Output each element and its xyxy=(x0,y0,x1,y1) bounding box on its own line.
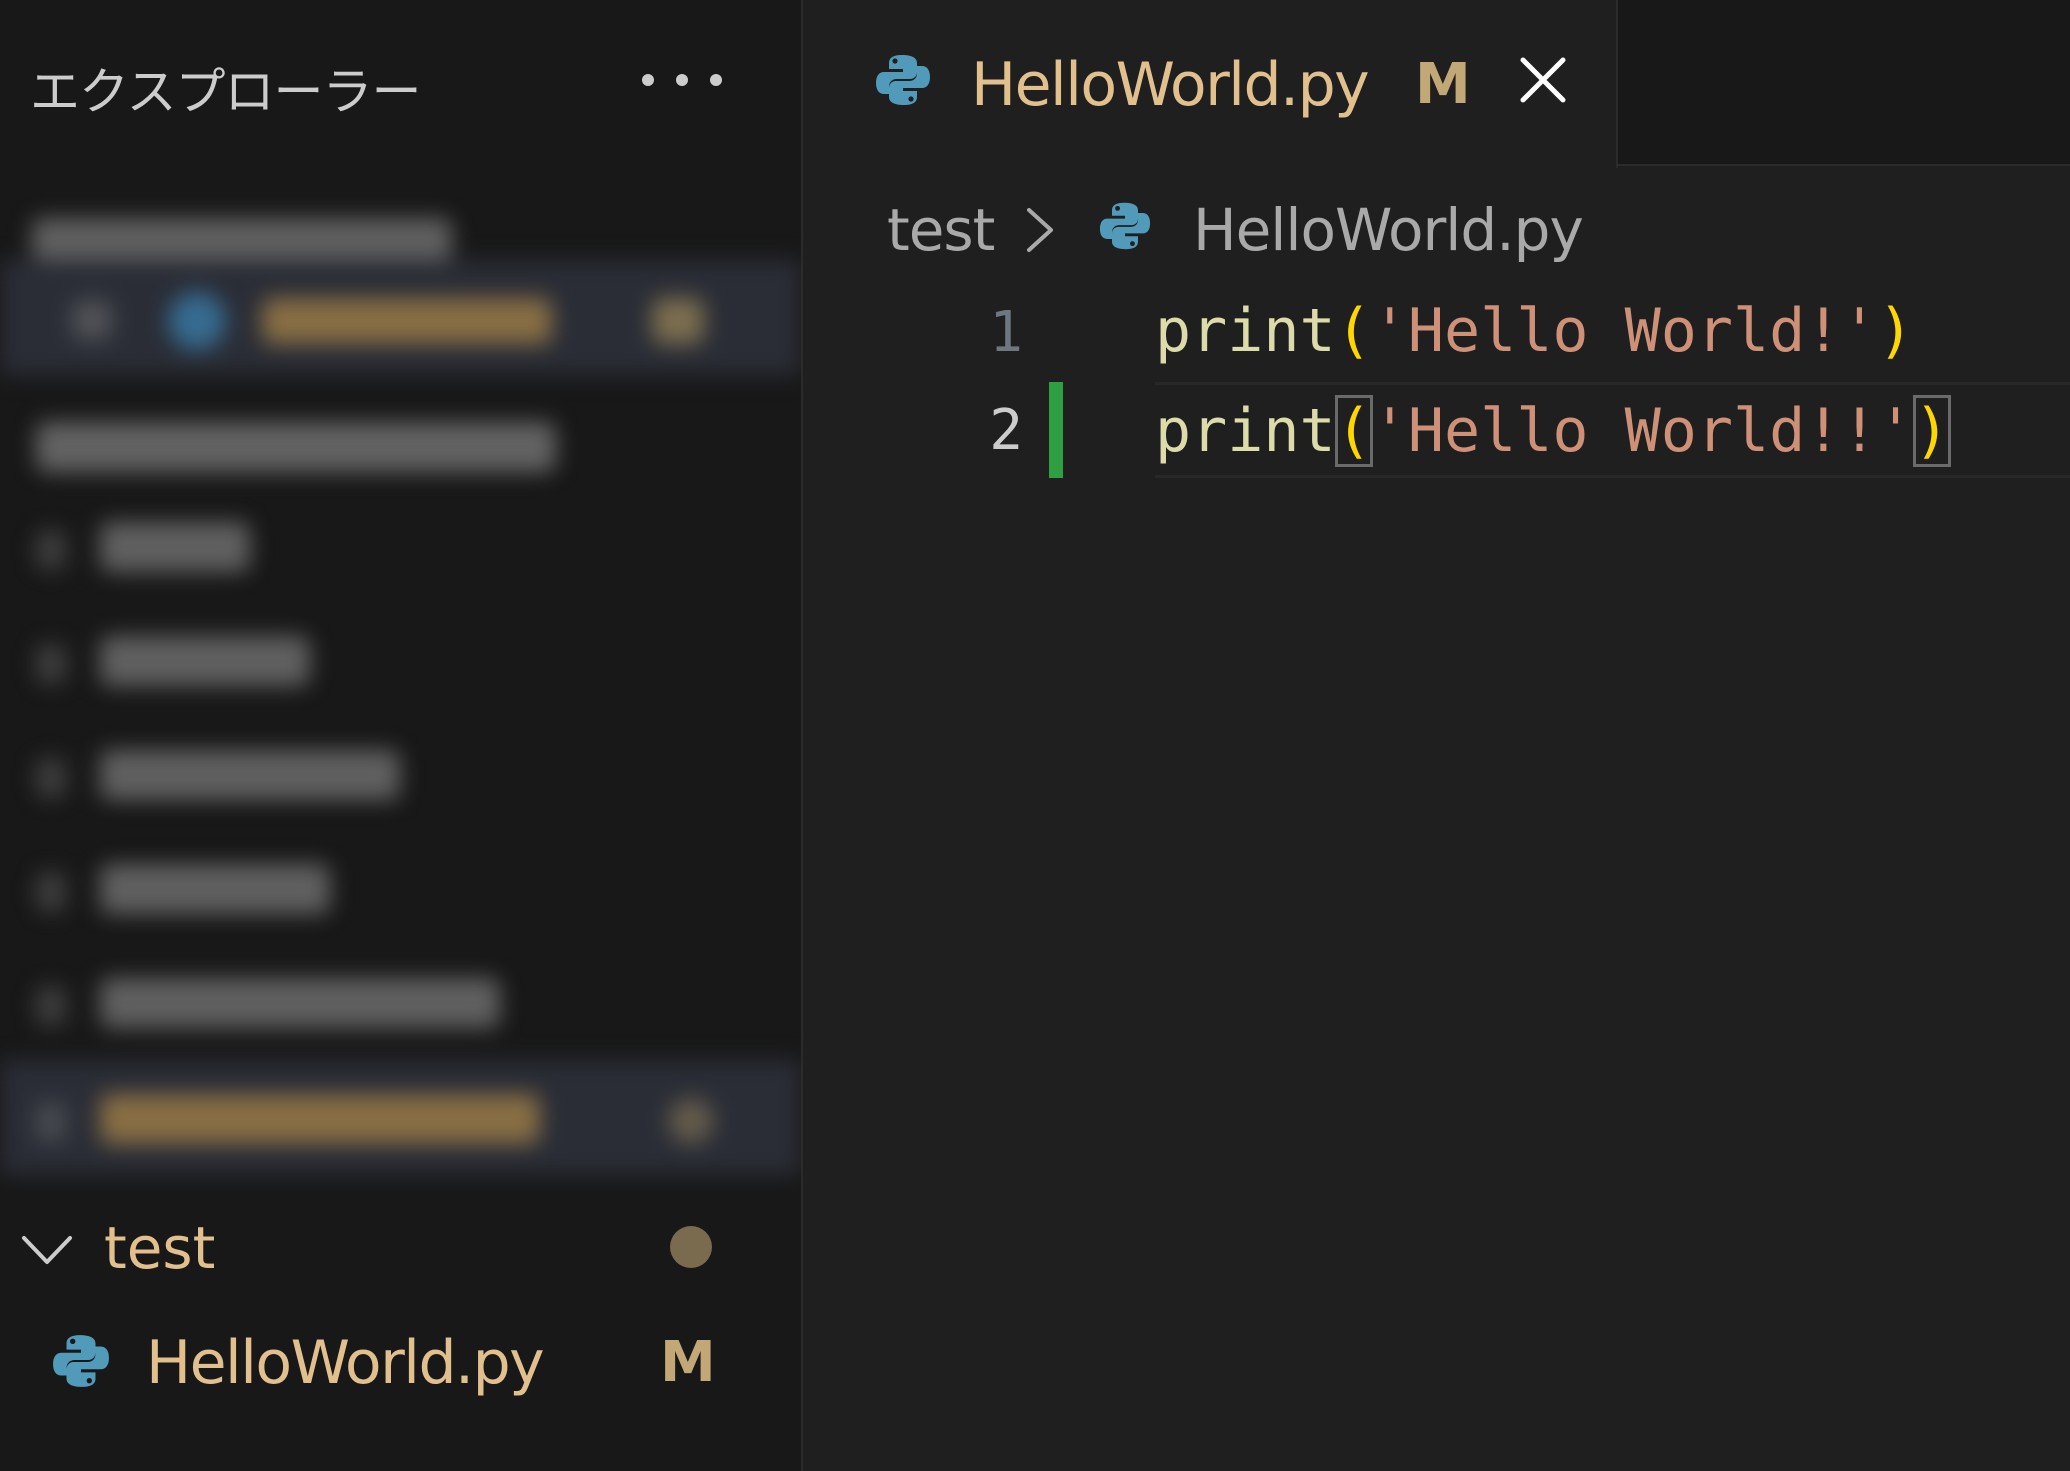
file-name: HelloWorld.py xyxy=(146,1328,545,1398)
explorer-title: エクスプローラー xyxy=(30,63,421,121)
close-paren: ) xyxy=(1877,296,1914,366)
editor-area: HelloWorld.py M test HelloWorld.py 1 2 p… xyxy=(803,0,2070,1471)
string-token: 'Hello World!' xyxy=(1371,296,1878,366)
tab-modified-badge: M xyxy=(1415,52,1471,117)
ellipsis-icon[interactable] xyxy=(642,58,722,102)
modified-dot-icon xyxy=(670,1226,712,1268)
line-number-2: 2 xyxy=(989,398,1023,463)
python-icon xyxy=(1099,202,1151,250)
function-token: print xyxy=(1155,296,1336,366)
open-paren-matched: ( xyxy=(1334,395,1373,467)
breadcrumb-folder[interactable]: test xyxy=(887,196,995,264)
python-icon xyxy=(876,55,930,105)
open-paren: ( xyxy=(1335,296,1372,366)
tab-helloworld[interactable]: HelloWorld.py M xyxy=(803,0,1618,168)
folder-name: test xyxy=(104,1214,216,1282)
python-icon xyxy=(53,1335,109,1387)
tab-label: HelloWorld.py xyxy=(971,50,1370,120)
breadcrumb-file[interactable]: HelloWorld.py xyxy=(1193,196,1584,264)
chevron-down-icon[interactable] xyxy=(20,1222,74,1276)
code-line-2[interactable]: print('Hello World!!') xyxy=(1155,395,1951,467)
blurred-explorer-region xyxy=(0,160,801,1190)
explorer-sidebar: エクスプローラー test HelloWorld.py M xyxy=(0,0,803,1471)
close-paren-matched: ) xyxy=(1912,395,1951,467)
modified-badge: M xyxy=(660,1330,716,1395)
close-icon[interactable] xyxy=(1515,52,1571,108)
added-line-marker xyxy=(1049,382,1063,478)
chevron-right-icon xyxy=(1027,208,1053,252)
line-number-1: 1 xyxy=(989,300,1023,365)
vscode-window: エクスプローラー test HelloWorld.py M HelloWorld… xyxy=(0,0,2070,1471)
code-line-1[interactable]: print('Hello World!') xyxy=(1155,296,1914,366)
string-token: 'Hello World!!' xyxy=(1371,396,1914,466)
function-token: print xyxy=(1155,396,1336,466)
